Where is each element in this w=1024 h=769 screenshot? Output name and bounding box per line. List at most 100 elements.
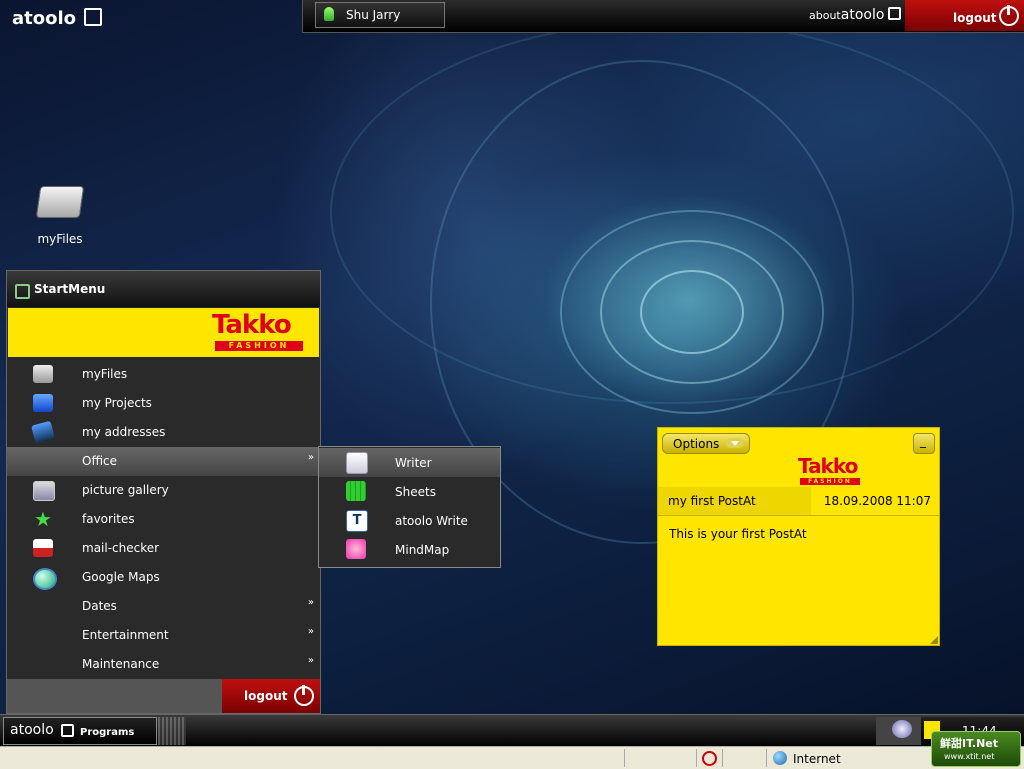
writer-icon bbox=[346, 452, 368, 474]
mailbox-icon bbox=[33, 539, 53, 557]
takko-logo-sub: FASHION bbox=[215, 341, 303, 351]
separator bbox=[624, 749, 625, 767]
submenu-arrow-icon: » bbox=[307, 452, 314, 463]
menu-item-label: picture gallery bbox=[82, 483, 169, 497]
menu-item-label: Google Maps bbox=[82, 570, 160, 584]
menu-item-label: myFiles bbox=[82, 367, 128, 381]
separator bbox=[696, 749, 697, 767]
security-zone: Internet bbox=[793, 752, 841, 766]
menu-item-label: Office bbox=[82, 454, 118, 468]
about-atoolo-link[interactable]: aboutatoolo bbox=[809, 7, 902, 23]
drive-icon bbox=[35, 186, 85, 218]
swirl-decoration bbox=[330, 20, 1014, 404]
start-icon bbox=[15, 284, 30, 299]
submenu-item-sheets[interactable]: Sheets bbox=[319, 477, 500, 506]
start-menu: StartMenu Takko FASHION myFiles my Proje… bbox=[6, 270, 321, 714]
cursor-icon bbox=[84, 8, 103, 26]
minimize-icon: _ bbox=[920, 434, 926, 448]
logout-button-top[interactable]: logout bbox=[905, 0, 1024, 31]
menu-item-label: Maintenance bbox=[82, 657, 160, 671]
star-icon: ★ bbox=[34, 507, 52, 531]
user-box[interactable]: Shu Jarry bbox=[315, 2, 445, 28]
address-book-icon bbox=[31, 420, 55, 444]
power-icon bbox=[999, 5, 1019, 26]
separator bbox=[722, 749, 723, 767]
start-menu-titlebar: StartMenu bbox=[7, 271, 320, 307]
cursor-icon bbox=[888, 7, 902, 20]
about-brand: atoolo bbox=[840, 7, 885, 23]
site-watermark: 鲜甜IT.Net www.xtit.net bbox=[931, 731, 1021, 767]
submenu-arrow-icon: » bbox=[307, 626, 314, 637]
menu-item-label: Dates bbox=[82, 599, 117, 613]
menu-item-label: mail-checker bbox=[82, 541, 160, 555]
takko-logo-text: Takko bbox=[212, 310, 292, 340]
submenu-item-label: MindMap bbox=[395, 543, 450, 557]
programs-brand: atoolo bbox=[10, 722, 54, 738]
menu-item-mail-checker[interactable]: mail-checker bbox=[7, 534, 320, 563]
menu-item-dates[interactable]: Dates » bbox=[7, 592, 320, 621]
submenu-item-mindmap[interactable]: MindMap bbox=[319, 535, 500, 564]
atoolo-logo[interactable]: atoolo bbox=[12, 8, 103, 29]
postit-header-row: my first PostAt 18.09.2008 11:07 bbox=[658, 487, 939, 516]
programs-button[interactable]: atoolo Programs bbox=[3, 717, 157, 745]
separator bbox=[766, 749, 767, 767]
minimize-button[interactable]: _ bbox=[913, 433, 935, 454]
submenu-item-label: Writer bbox=[395, 456, 432, 470]
postit-note: Options _ Takko FASHION my first PostAt … bbox=[657, 427, 940, 646]
globe-icon bbox=[33, 568, 57, 590]
power-icon bbox=[294, 685, 314, 706]
submenu-item-label: atoolo Write bbox=[395, 514, 468, 528]
menu-item-favorites[interactable]: ★ favorites bbox=[7, 505, 320, 534]
options-label: Options bbox=[673, 437, 720, 451]
picture-icon bbox=[33, 481, 55, 501]
cursor-icon bbox=[61, 724, 74, 737]
privacy-icon[interactable] bbox=[702, 751, 717, 766]
submenu-item-label: Sheets bbox=[395, 485, 436, 499]
browser-status-bar: Internet bbox=[0, 746, 1024, 769]
top-bar: Shu Jarry aboutatoolo logout bbox=[302, 0, 1024, 33]
menu-item-label: favorites bbox=[82, 512, 135, 526]
submenu-arrow-icon: » bbox=[307, 655, 314, 666]
user-name: Shu Jarry bbox=[346, 8, 401, 22]
logout-label: logout bbox=[244, 689, 288, 703]
taskbar: atoolo Programs 11:44 bbox=[0, 714, 1024, 747]
menu-item-google-maps[interactable]: Google Maps bbox=[7, 563, 320, 592]
chevron-down-icon bbox=[726, 438, 744, 448]
options-dropdown[interactable]: Options bbox=[662, 433, 750, 454]
chat-icon[interactable] bbox=[892, 720, 912, 738]
logout-label: logout bbox=[953, 11, 997, 25]
submenu-item-atoolo-write[interactable]: T atoolo Write bbox=[319, 506, 500, 535]
atoolo-logo-text: atoolo bbox=[12, 8, 77, 29]
projects-icon bbox=[33, 394, 53, 412]
menu-item-label: my addresses bbox=[82, 425, 166, 439]
postit-date: 18.09.2008 11:07 bbox=[823, 494, 931, 508]
postit-title-cell: my first PostAt bbox=[658, 487, 811, 515]
watermark-line2: www.xtit.net bbox=[944, 752, 995, 761]
drive-icon bbox=[33, 365, 53, 383]
atoolo-write-icon: T bbox=[346, 510, 368, 532]
watermark-line1: 鲜甜IT.Net bbox=[940, 737, 999, 750]
submenu-arrow-icon: » bbox=[307, 597, 314, 608]
menu-item-my-projects[interactable]: my Projects bbox=[7, 389, 320, 418]
postit-title[interactable]: my first PostAt bbox=[668, 494, 756, 508]
office-submenu: Writer Sheets T atoolo Write MindMap bbox=[318, 446, 501, 568]
desktop-icon-myfiles[interactable]: myFiles bbox=[28, 186, 92, 248]
resize-grip-icon[interactable] bbox=[930, 636, 938, 644]
globe-icon bbox=[773, 751, 787, 765]
menu-item-entertainment[interactable]: Entertainment » bbox=[7, 621, 320, 650]
desktop-icon-label: myFiles bbox=[37, 232, 83, 246]
about-prefix: about bbox=[809, 9, 841, 22]
menu-item-my-addresses[interactable]: my addresses bbox=[7, 418, 320, 447]
postit-body[interactable]: This is your first PostAt bbox=[669, 527, 929, 541]
takko-logo-sub: FASHION bbox=[800, 478, 860, 485]
mindmap-icon bbox=[346, 539, 366, 559]
takko-logo-text: Takko bbox=[798, 454, 858, 478]
menu-item-myfiles[interactable]: myFiles bbox=[7, 360, 320, 389]
menu-item-picture-gallery[interactable]: picture gallery bbox=[7, 476, 320, 505]
start-menu-logout-button[interactable]: logout bbox=[222, 679, 320, 713]
taskbar-grip[interactable] bbox=[158, 717, 186, 745]
sheets-icon bbox=[346, 481, 366, 501]
menu-item-office[interactable]: Office » bbox=[7, 447, 320, 476]
submenu-item-writer[interactable]: Writer bbox=[319, 448, 500, 477]
menu-item-maintenance[interactable]: Maintenance » bbox=[7, 650, 320, 679]
